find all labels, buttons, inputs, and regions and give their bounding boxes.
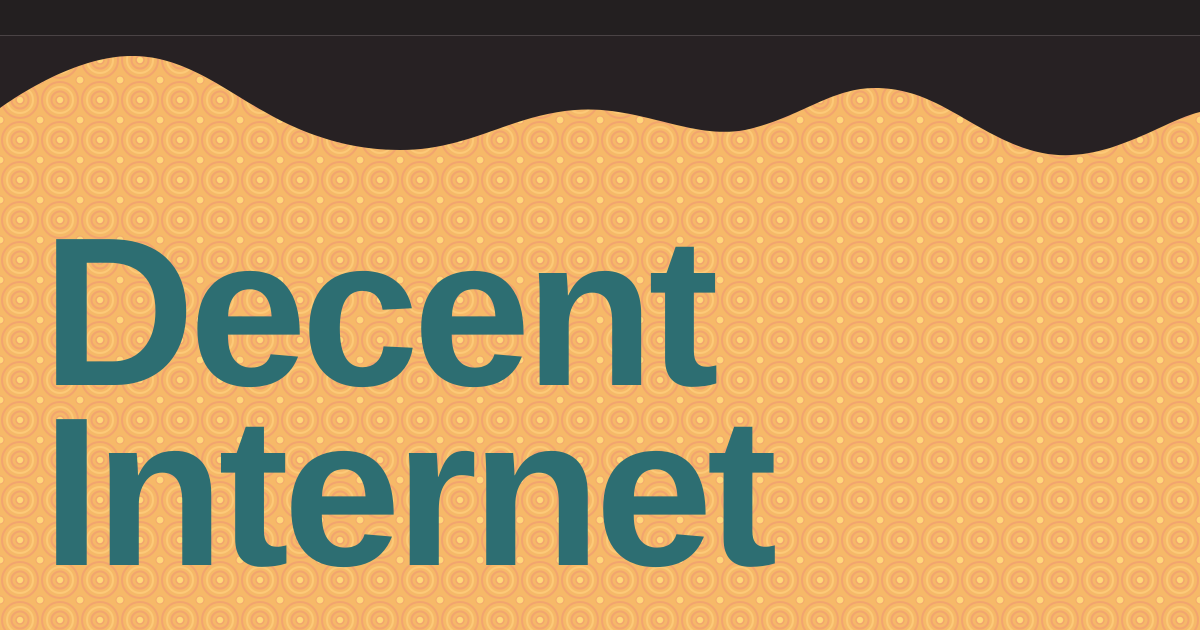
headline-line-2: Internet [42, 373, 777, 610]
headline: Decent Internet [42, 206, 777, 610]
